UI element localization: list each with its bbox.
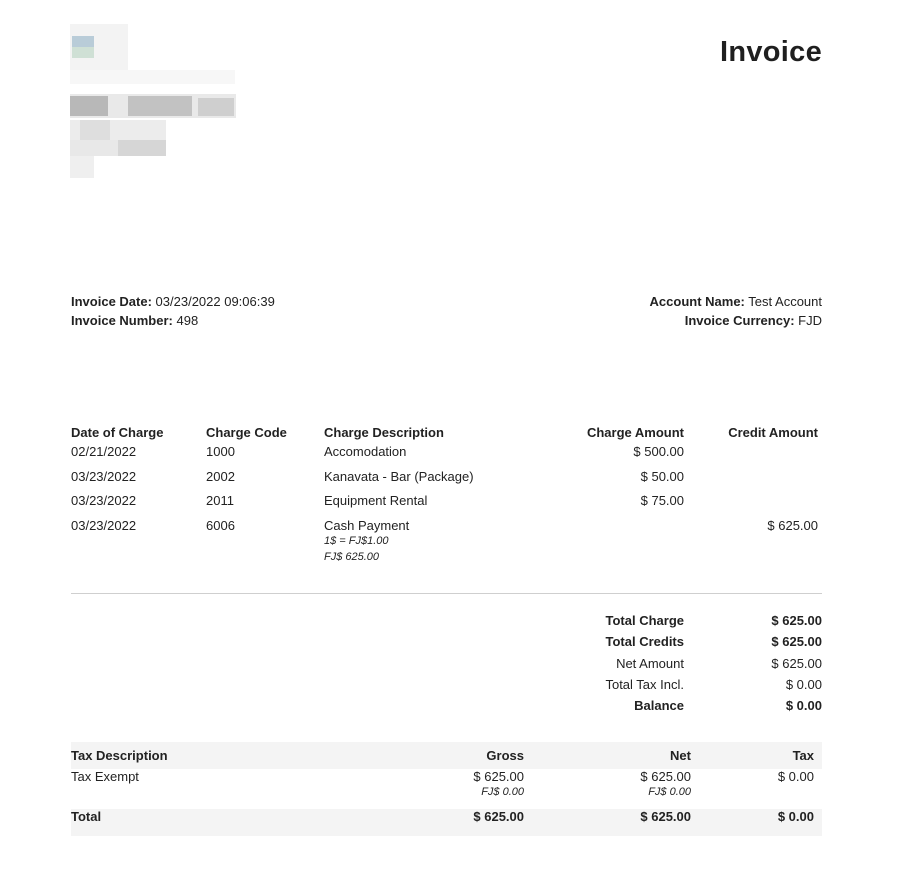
invoice-number-label: Invoice Number: bbox=[71, 313, 173, 328]
col-charge-code: Charge Code bbox=[206, 424, 287, 440]
cell-credit bbox=[684, 493, 822, 518]
net-amount-row: Net Amount $ 625.00 bbox=[484, 655, 822, 676]
account-name-line: Account Name: Test Account bbox=[650, 292, 822, 311]
col-tax: Tax bbox=[691, 742, 822, 769]
cell-charge: $ 75.00 bbox=[640, 493, 684, 508]
tax-total-gross: $ 625.00 bbox=[359, 809, 524, 836]
cell-credit: $ 625.00 bbox=[767, 518, 818, 533]
cell-charge bbox=[524, 518, 684, 565]
cell-description: Kanavata - Bar (Package) bbox=[324, 469, 474, 484]
total-tax-label: Total Tax Incl. bbox=[605, 676, 684, 692]
invoice-date-label: Invoice Date: bbox=[71, 294, 152, 309]
company-logo-blurred bbox=[70, 24, 240, 184]
net-amount-label: Net Amount bbox=[616, 655, 684, 671]
section-divider bbox=[71, 593, 822, 594]
cell-description: Accomodation bbox=[324, 444, 407, 459]
invoice-meta-right: Account Name: Test Account Invoice Curre… bbox=[650, 292, 822, 330]
invoice-number-line: Invoice Number: 498 bbox=[71, 311, 275, 330]
cell-code: 2002 bbox=[206, 469, 235, 484]
cell-credit bbox=[684, 444, 822, 469]
table-row: Tax Exempt $ 625.00 FJ$ 0.00 $ 625.00 FJ… bbox=[71, 769, 822, 809]
converted-amount-note: FJ$ 625.00 bbox=[324, 551, 380, 563]
cell-description: Cash Payment 1$ = FJ$1.00 FJ$ 625.00 bbox=[324, 518, 524, 565]
cell-code: 2011 bbox=[206, 493, 234, 508]
cell-tax-description: Tax Exempt bbox=[71, 769, 139, 784]
col-charge-amount: Charge Amount bbox=[586, 424, 684, 440]
total-tax-row: Total Tax Incl. $ 0.00 bbox=[484, 676, 822, 697]
cell-gross-fj: FJ$ 0.00 bbox=[481, 786, 524, 798]
cell-net-fj: FJ$ 0.00 bbox=[648, 786, 691, 798]
col-net: Net bbox=[524, 742, 691, 769]
exchange-rate-note: 1$ = FJ$1.00 bbox=[324, 535, 389, 547]
account-name-label: Account Name: bbox=[649, 294, 745, 309]
balance-value: $ 0.00 bbox=[785, 698, 822, 714]
tax-total-label: Total bbox=[71, 809, 359, 836]
cell-date: 03/23/2022 bbox=[71, 493, 137, 508]
total-charge-value: $ 625.00 bbox=[771, 613, 822, 628]
account-name-value: Test Account bbox=[748, 294, 822, 309]
total-tax-value: $ 0.00 bbox=[785, 676, 822, 692]
tax-total-net: $ 625.00 bbox=[524, 809, 691, 836]
cell-description-text: Cash Payment bbox=[324, 518, 410, 533]
cell-charge: $ 500.00 bbox=[633, 444, 684, 459]
tax-header-row: Tax Description Gross Net Tax bbox=[71, 742, 822, 769]
cell-gross: $ 625.00 FJ$ 0.00 bbox=[359, 769, 524, 809]
col-date-of-charge: Date of Charge bbox=[71, 424, 164, 440]
col-credit-amount: Credit Amount bbox=[728, 424, 818, 440]
table-row: 02/21/2022 1000 Accomodation $ 500.00 bbox=[71, 444, 822, 469]
table-row: 03/23/2022 6006 Cash Payment 1$ = FJ$1.0… bbox=[71, 518, 822, 565]
invoice-number-value: 498 bbox=[176, 313, 199, 328]
total-credits-label: Total Credits bbox=[605, 634, 685, 650]
invoice-currency-value: FJD bbox=[798, 313, 822, 328]
col-gross: Gross bbox=[359, 742, 524, 769]
invoice-date-line: Invoice Date: 03/23/2022 09:06:39 bbox=[71, 292, 275, 311]
balance-row: Balance $ 0.00 bbox=[484, 697, 822, 718]
cell-credit bbox=[684, 469, 822, 493]
tax-total-row: Total $ 625.00 $ 625.00 $ 0.00 bbox=[71, 809, 822, 836]
invoice-title: Invoice bbox=[719, 36, 822, 68]
total-credits-row: Total Credits $ 625.00 bbox=[484, 633, 823, 654]
col-tax-description: Tax Description bbox=[71, 742, 359, 769]
cell-date: 02/21/2022 bbox=[71, 444, 137, 459]
cell-description: Equipment Rental bbox=[324, 493, 428, 508]
cell-gross-value: $ 625.00 bbox=[473, 769, 524, 784]
charges-header-row: Date of Charge Charge Code Charge Descri… bbox=[71, 424, 822, 444]
cell-date: 03/23/2022 bbox=[71, 469, 137, 484]
totals-summary: Total Charge $ 625.00 Total Credits $ 62… bbox=[484, 612, 822, 718]
total-charge-row: Total Charge $ 625.00 bbox=[484, 612, 823, 633]
cell-date: 03/23/2022 bbox=[71, 518, 137, 533]
total-credits-value: $ 625.00 bbox=[771, 634, 822, 650]
cell-code: 1000 bbox=[206, 444, 235, 459]
invoice-currency-label: Invoice Currency: bbox=[684, 313, 795, 328]
cell-code: 6006 bbox=[206, 518, 235, 533]
table-row: 03/23/2022 2002 Kanavata - Bar (Package)… bbox=[71, 469, 822, 493]
invoice-date-value: 03/23/2022 09:06:39 bbox=[155, 294, 275, 309]
cell-net-value: $ 625.00 bbox=[640, 769, 691, 784]
cell-tax: $ 0.00 bbox=[777, 769, 814, 784]
net-amount-value: $ 625.00 bbox=[771, 655, 822, 671]
table-row: 03/23/2022 2011 Equipment Rental $ 75.00 bbox=[71, 493, 822, 518]
tax-table: Tax Description Gross Net Tax Tax Exempt… bbox=[71, 742, 822, 836]
invoice-meta-left: Invoice Date: 03/23/2022 09:06:39 Invoic… bbox=[71, 292, 275, 330]
total-charge-label: Total Charge bbox=[605, 613, 685, 628]
charges-table: Date of Charge Charge Code Charge Descri… bbox=[71, 424, 822, 565]
cell-charge: $ 50.00 bbox=[640, 469, 684, 484]
cell-net: $ 625.00 FJ$ 0.00 bbox=[524, 769, 691, 809]
balance-label: Balance bbox=[634, 698, 684, 714]
tax-total-tax: $ 0.00 bbox=[691, 809, 822, 836]
col-charge-description: Charge Description bbox=[324, 424, 444, 440]
invoice-currency-line: Invoice Currency: FJD bbox=[650, 311, 822, 330]
